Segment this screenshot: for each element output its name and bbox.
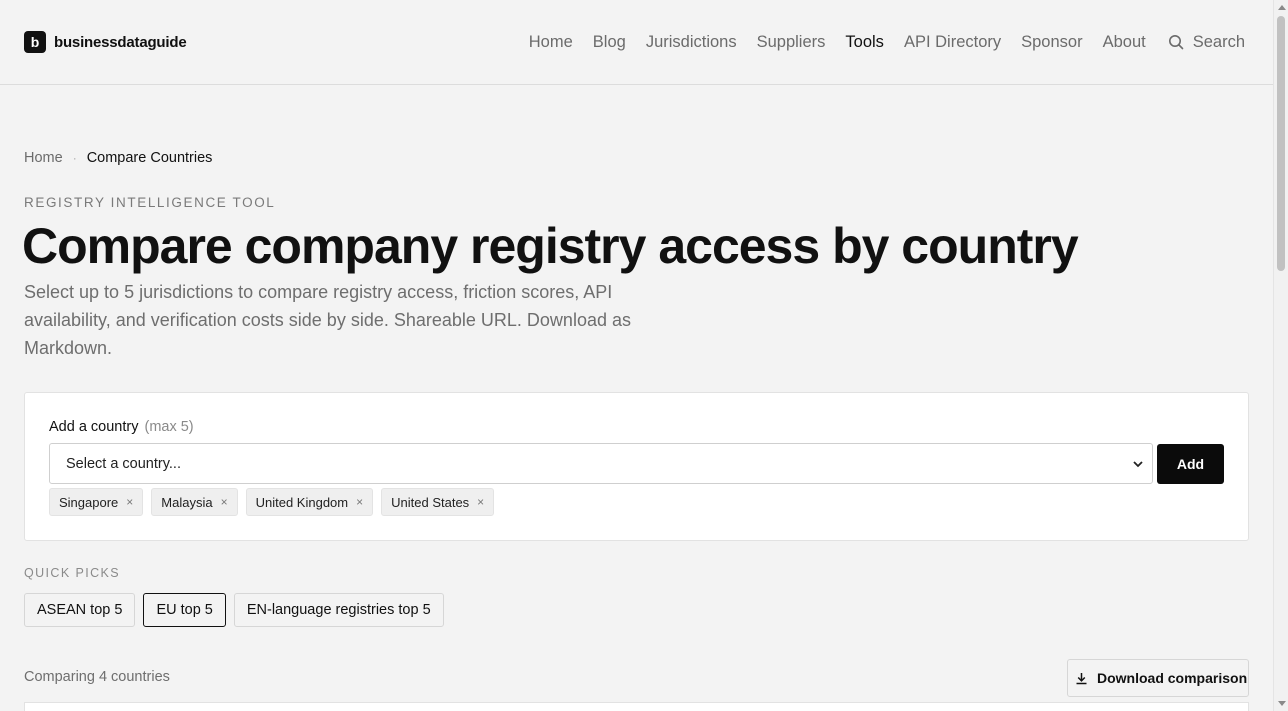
chip-label: United States	[391, 494, 470, 510]
search-icon	[1168, 35, 1184, 50]
page-eyebrow: REGISTRY INTELLIGENCE TOOL	[24, 195, 276, 210]
breadcrumb-current: Compare Countries	[86, 150, 213, 166]
scroll-down-arrow-icon[interactable]	[1278, 701, 1286, 706]
country-select[interactable]: Select a country...	[49, 443, 1153, 484]
quick-pick-asean-top-5[interactable]: ASEAN top 5	[24, 593, 136, 627]
page-scrollbar[interactable]	[1273, 0, 1288, 711]
breadcrumb-separator: ·	[72, 151, 77, 165]
comparison-table	[24, 702, 1249, 711]
scroll-up-arrow-icon[interactable]	[1278, 5, 1286, 10]
chip-label: Malaysia	[161, 494, 213, 510]
nav-home[interactable]: Home	[529, 30, 573, 54]
download-icon	[1076, 672, 1087, 684]
logo-text: businessdataguide	[54, 33, 187, 51]
remove-icon[interactable]: ×	[221, 495, 228, 509]
quick-pick-en-language-top-5[interactable]: EN-language registries top 5	[233, 593, 444, 627]
chip-label: Singapore	[59, 494, 119, 510]
site-header: b businessdataguide Home Blog Jurisdicti…	[0, 0, 1273, 85]
country-chip-united-kingdom: United Kingdom ×	[245, 488, 374, 516]
add-country-label-text: Add a country	[49, 419, 139, 435]
nav-jurisdictions[interactable]: Jurisdictions	[646, 30, 737, 54]
site-logo[interactable]: b businessdataguide	[24, 31, 187, 53]
quick-picks-label: QUICK PICKS	[24, 566, 120, 580]
breadcrumb: Home · Compare Countries	[24, 150, 212, 166]
remove-icon[interactable]: ×	[356, 495, 363, 509]
nav-blog[interactable]: Blog	[593, 30, 626, 54]
breadcrumb-home[interactable]: Home	[24, 150, 63, 166]
logo-mark: b	[24, 31, 46, 53]
nav-tools[interactable]: Tools	[845, 30, 884, 54]
selected-countries: Singapore × Malaysia × United Kingdom × …	[49, 488, 502, 516]
download-comparison-button[interactable]: Download comparison	[1067, 659, 1249, 697]
page-title: Compare company registry access by count…	[22, 218, 1079, 274]
quick-picks: ASEAN top 5 EU top 5 EN-language registr…	[24, 593, 452, 627]
quick-pick-eu-top-5[interactable]: EU top 5	[143, 593, 226, 627]
remove-icon[interactable]: ×	[126, 495, 133, 509]
main-nav: Home Blog Jurisdictions Suppliers Tools …	[509, 30, 1245, 54]
nav-api-directory[interactable]: API Directory	[904, 30, 1001, 54]
search-button[interactable]: Search	[1168, 33, 1245, 52]
add-country-label: Add a country (max 5)	[49, 419, 194, 435]
chevron-down-icon	[1133, 461, 1143, 468]
chip-label: United Kingdom	[255, 494, 349, 510]
country-select-value: Select a country...	[66, 455, 181, 472]
country-chip-united-states: United States ×	[381, 488, 495, 516]
add-country-max-note: (max 5)	[144, 419, 194, 435]
nav-suppliers[interactable]: Suppliers	[757, 30, 826, 54]
page-subtitle: Select up to 5 jurisdictions to compare …	[24, 282, 631, 358]
add-country-card: Add a country (max 5) Select a country...…	[24, 392, 1249, 541]
country-chip-malaysia: Malaysia ×	[151, 488, 238, 516]
nav-sponsor[interactable]: Sponsor	[1021, 30, 1082, 54]
remove-icon[interactable]: ×	[477, 495, 484, 509]
nav-about[interactable]: About	[1103, 30, 1146, 54]
download-comparison-label: Download comparison	[1097, 670, 1248, 686]
search-label: Search	[1192, 32, 1245, 51]
country-chip-singapore: Singapore ×	[49, 488, 144, 516]
scroll-thumb[interactable]	[1277, 16, 1285, 271]
add-country-button[interactable]: Add	[1157, 444, 1224, 484]
comparison-status: Comparing 4 countries	[24, 669, 170, 685]
